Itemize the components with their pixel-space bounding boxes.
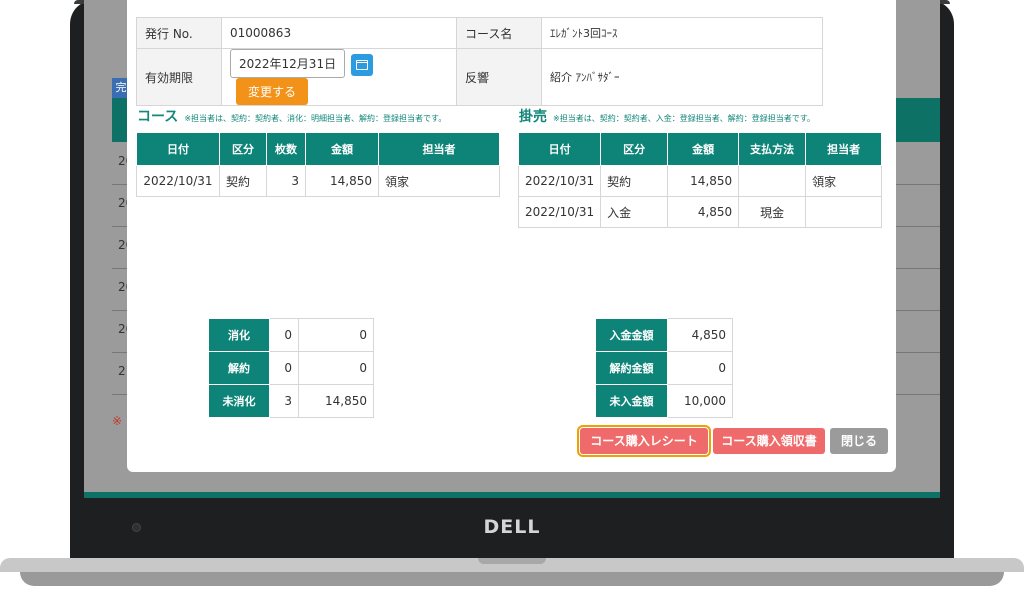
summary-amount: 4,850 bbox=[667, 318, 733, 352]
cell-staff: 領家 bbox=[378, 165, 500, 197]
close-button[interactable]: 閉じる bbox=[830, 428, 888, 454]
course-paid-receipt-button[interactable]: コース購入領収書 bbox=[713, 428, 825, 454]
col-type: 区分 bbox=[600, 132, 669, 166]
cell-staff: 領家 bbox=[805, 165, 882, 197]
summary-amount: 14,850 bbox=[298, 384, 374, 418]
course-detail-modal: 発行 No. 01000863 コース名 ｴﾚｶﾞﾝﾄ3回ｺｰｽ 有効期限 20… bbox=[127, 0, 896, 472]
cell-method bbox=[738, 165, 807, 197]
cell-staff bbox=[805, 196, 882, 228]
table-row: 2022/10/31 契約 14,850 領家 bbox=[517, 165, 882, 197]
summary-row: 解約 0 0 bbox=[208, 351, 374, 385]
summary-label: 未入金額 bbox=[594, 384, 669, 418]
col-staff: 担当者 bbox=[805, 132, 882, 166]
credit-summary-table: 入金金額 4,850 解約金額 0 未入金額 10,000 bbox=[594, 318, 733, 418]
summary-row: 解約金額 0 bbox=[594, 351, 733, 385]
issue-no-value: 01000863 bbox=[221, 17, 457, 49]
col-amount: 金額 bbox=[667, 132, 740, 166]
col-amount: 金額 bbox=[305, 132, 379, 166]
base-notch bbox=[478, 558, 546, 564]
course-table: 日付 区分 枚数 金額 担当者 2022/10/31 契約 3 14,850 領… bbox=[136, 132, 500, 197]
background-footnote: ※ bbox=[112, 414, 123, 428]
change-expiry-button[interactable]: 変更する bbox=[236, 78, 309, 105]
credit-section-note: ※担当者は、契約：契約者、入金：登録担当者、解約：登録担当者です。 bbox=[553, 114, 815, 123]
course-info-table: 発行 No. 01000863 コース名 ｴﾚｶﾞﾝﾄ3回ｺｰｽ 有効期限 20… bbox=[136, 17, 823, 106]
calendar-icon[interactable] bbox=[351, 53, 374, 76]
course-section-heading: コース bbox=[137, 109, 179, 125]
issue-no-label: 発行 No. bbox=[136, 17, 222, 49]
course-section-title: コース ※担当者は、契約：契約者、消化：明細担当者、解約：登録担当者です。 bbox=[137, 106, 446, 126]
col-date: 日付 bbox=[517, 132, 602, 166]
summary-amount: 0 bbox=[667, 351, 733, 385]
cell-date: 2022/10/31 bbox=[517, 165, 602, 197]
base-bottom bbox=[20, 572, 1004, 586]
summary-label: 解約金額 bbox=[594, 351, 669, 385]
response-label: 反響 bbox=[456, 48, 542, 106]
col-method: 支払方法 bbox=[738, 132, 807, 166]
expiry-date-input[interactable]: 2022年12月31日 bbox=[230, 49, 346, 78]
table-row: 2022/10/31 契約 3 14,850 領家 bbox=[136, 165, 500, 197]
course-receipt-button[interactable]: コース購入レシート bbox=[577, 425, 711, 457]
screen: 件 完 20 20 20 20 20 2 ※ 発行 No. 01000863 コ… bbox=[84, 0, 940, 498]
dell-logo: DELL bbox=[483, 516, 541, 538]
summary-label: 入金金額 bbox=[594, 318, 669, 352]
cell-date: 2022/10/31 bbox=[517, 196, 602, 228]
credit-table: 日付 区分 金額 支払方法 担当者 2022/10/31 契約 14,850 領… bbox=[517, 132, 882, 228]
summary-label: 解約 bbox=[208, 351, 270, 385]
cell-amount: 14,850 bbox=[305, 165, 379, 197]
course-name-label: コース名 bbox=[456, 17, 542, 49]
summary-label: 消化 bbox=[208, 318, 270, 352]
cell-count: 3 bbox=[266, 165, 306, 197]
expiry-cell: 2022年12月31日変更する bbox=[221, 48, 457, 106]
course-name-value: ｴﾚｶﾞﾝﾄ3回ｺｰｽ bbox=[541, 17, 823, 49]
summary-row: 未入金額 10,000 bbox=[594, 384, 733, 418]
col-staff: 担当者 bbox=[378, 132, 500, 166]
response-value: 紹介 ｱﾝﾊﾞｻﾀﾞｰ bbox=[541, 48, 823, 106]
cell-amount: 14,850 bbox=[667, 165, 740, 197]
summary-count: 0 bbox=[269, 318, 299, 352]
summary-amount: 0 bbox=[298, 351, 374, 385]
summary-row: 未消化 3 14,850 bbox=[208, 384, 374, 418]
course-section-note: ※担当者は、契約：契約者、消化：明細担当者、解約：登録担当者です。 bbox=[184, 114, 447, 123]
summary-count: 0 bbox=[269, 351, 299, 385]
summary-row: 入金金額 4,850 bbox=[594, 318, 733, 352]
summary-label: 未消化 bbox=[208, 384, 270, 418]
webcam-icon bbox=[132, 523, 141, 532]
cell-amount: 4,850 bbox=[667, 196, 740, 228]
laptop-base bbox=[0, 552, 1024, 591]
col-type: 区分 bbox=[219, 132, 267, 166]
cell-type: 契約 bbox=[600, 165, 669, 197]
course-summary-table: 消化 0 0 解約 0 0 未消化 3 14,850 bbox=[208, 318, 374, 418]
cell-type: 入金 bbox=[600, 196, 669, 228]
cell-type: 契約 bbox=[219, 165, 267, 197]
cell-date: 2022/10/31 bbox=[136, 165, 220, 197]
cell-method: 現金 bbox=[738, 196, 807, 228]
credit-section-title: 掛売 ※担当者は、契約：契約者、入金：登録担当者、解約：登録担当者です。 bbox=[519, 106, 815, 126]
background-footer-strip bbox=[84, 492, 940, 498]
credit-section-heading: 掛売 bbox=[519, 109, 547, 125]
table-row: 2022/10/31 入金 4,850 現金 bbox=[517, 196, 882, 228]
summary-amount: 0 bbox=[298, 318, 374, 352]
col-count: 枚数 bbox=[266, 132, 306, 166]
col-date: 日付 bbox=[136, 132, 220, 166]
summary-count: 3 bbox=[269, 384, 299, 418]
summary-row: 消化 0 0 bbox=[208, 318, 374, 352]
expiry-label: 有効期限 bbox=[136, 48, 222, 106]
summary-amount: 10,000 bbox=[667, 384, 733, 418]
